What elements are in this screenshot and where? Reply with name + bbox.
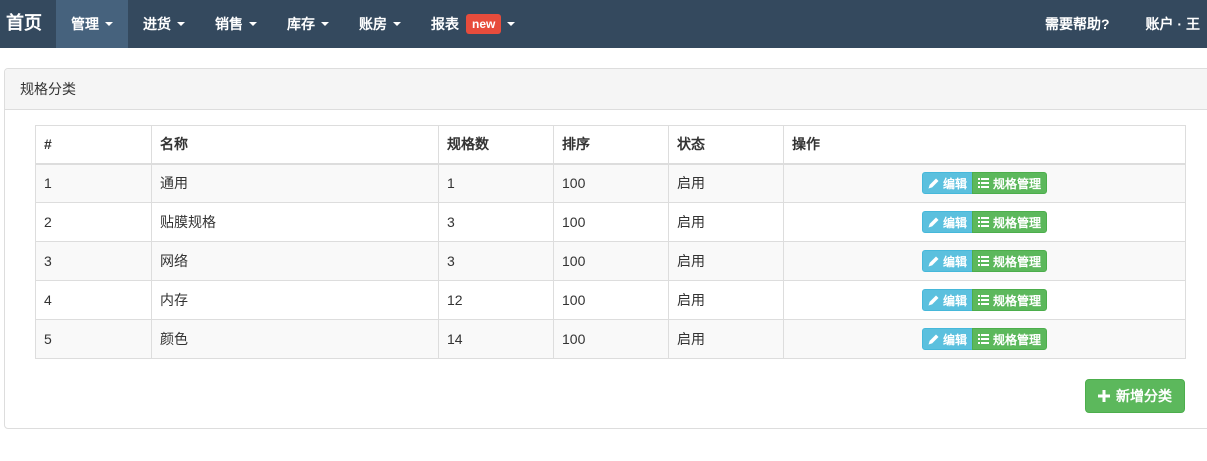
nav-sales[interactable]: 销售 xyxy=(200,0,272,48)
cell-order: 100 xyxy=(553,202,669,242)
brand-home-link[interactable]: 首页 xyxy=(0,0,56,48)
cell-name: 颜色 xyxy=(151,319,439,359)
nav-account[interactable]: 账户 · 王 xyxy=(1128,0,1207,48)
header-status: 状态 xyxy=(668,125,784,165)
edit-button[interactable]: 编辑 xyxy=(921,328,973,350)
nav-inventory[interactable]: 库存 xyxy=(272,0,344,48)
nav-purchase[interactable]: 进货 xyxy=(128,0,200,48)
header-actions: 操作 xyxy=(783,125,1186,165)
spec-manage-button[interactable]: 规格管理 xyxy=(972,289,1048,311)
cell-actions: 编辑 规格管理 xyxy=(783,241,1186,281)
add-category-button[interactable]: 新增分类 xyxy=(1085,379,1185,413)
top-navbar: 首页 管理 进货 销售 库存 账房 报表 new 需要帮助? 账户 · 王 xyxy=(0,0,1207,48)
header-order: 排序 xyxy=(553,125,669,165)
cell-order: 100 xyxy=(553,163,669,203)
pencil-icon xyxy=(928,178,939,189)
row-action-group: 编辑 规格管理 xyxy=(921,211,1048,233)
pencil-icon xyxy=(928,334,939,345)
panel-title: 规格分类 xyxy=(5,69,1207,110)
spec-category-table: # 名称 规格数 排序 状态 操作 1 通用 1 100 启用 编辑 规格管理 … xyxy=(35,125,1186,359)
spec-manage-button[interactable]: 规格管理 xyxy=(972,172,1048,195)
pencil-icon xyxy=(928,217,939,228)
main-nav: 管理 进货 销售 库存 账房 报表 new xyxy=(56,0,530,48)
cell-name: 网络 xyxy=(151,241,439,281)
cell-status: 启用 xyxy=(668,202,784,242)
table-row: 3 网络 3 100 启用 编辑 规格管理 xyxy=(35,241,1186,281)
cell-status: 启用 xyxy=(668,241,784,281)
cell-order: 100 xyxy=(553,280,669,320)
row-action-group: 编辑 规格管理 xyxy=(921,328,1048,350)
spec-manage-button[interactable]: 规格管理 xyxy=(972,250,1048,272)
cell-status: 启用 xyxy=(668,319,784,359)
list-icon xyxy=(978,334,989,344)
cell-actions: 编辑 规格管理 xyxy=(783,202,1186,242)
spec-manage-button[interactable]: 规格管理 xyxy=(972,328,1048,350)
plus-icon xyxy=(1098,390,1110,402)
cell-id: 3 xyxy=(35,241,152,281)
cell-count: 3 xyxy=(438,241,554,281)
edit-button[interactable]: 编辑 xyxy=(921,172,973,195)
table-header-row: # 名称 规格数 排序 状态 操作 xyxy=(35,125,1186,165)
edit-button[interactable]: 编辑 xyxy=(921,211,973,233)
cell-name: 通用 xyxy=(151,163,439,203)
row-action-group: 编辑 规格管理 xyxy=(921,172,1048,195)
new-badge: new xyxy=(466,14,502,34)
cell-count: 3 xyxy=(438,202,554,242)
edit-button[interactable]: 编辑 xyxy=(921,289,973,311)
table-row: 1 通用 1 100 启用 编辑 规格管理 xyxy=(35,163,1186,203)
spec-manage-button[interactable]: 规格管理 xyxy=(972,211,1048,233)
list-icon xyxy=(978,256,989,266)
nav-reports[interactable]: 报表 new xyxy=(416,0,530,48)
cell-status: 启用 xyxy=(668,280,784,320)
cell-id: 5 xyxy=(35,319,152,359)
cell-order: 100 xyxy=(553,319,669,359)
table-row: 4 内存 12 100 启用 编辑 规格管理 xyxy=(35,280,1186,320)
list-icon xyxy=(978,178,989,189)
header-id: # xyxy=(35,125,152,165)
cell-status: 启用 xyxy=(668,163,784,203)
nav-accounts[interactable]: 账房 xyxy=(344,0,416,48)
spec-category-panel: 规格分类 # 名称 规格数 排序 状态 操作 1 通用 1 100 启用 编辑 … xyxy=(4,68,1207,429)
edit-button[interactable]: 编辑 xyxy=(921,250,973,272)
cell-count: 12 xyxy=(438,280,554,320)
cell-order: 100 xyxy=(553,241,669,281)
chevron-down-icon xyxy=(321,22,329,26)
list-icon xyxy=(978,295,989,305)
cell-id: 1 xyxy=(35,163,152,203)
chevron-down-icon xyxy=(507,22,516,26)
table-row: 5 颜色 14 100 启用 编辑 规格管理 xyxy=(35,319,1186,359)
nav-manage[interactable]: 管理 xyxy=(56,0,128,48)
row-action-group: 编辑 规格管理 xyxy=(921,250,1048,272)
cell-id: 2 xyxy=(35,202,152,242)
list-icon xyxy=(978,217,989,227)
cell-count: 1 xyxy=(438,163,554,203)
cell-count: 14 xyxy=(438,319,554,359)
cell-name: 贴膜规格 xyxy=(151,202,439,242)
table-row: 2 贴膜规格 3 100 启用 编辑 规格管理 xyxy=(35,202,1186,242)
cell-actions: 编辑 规格管理 xyxy=(783,280,1186,320)
nav-help[interactable]: 需要帮助? xyxy=(1027,0,1128,48)
pencil-icon xyxy=(928,295,939,306)
chevron-down-icon xyxy=(249,22,257,26)
row-action-group: 编辑 规格管理 xyxy=(921,289,1048,311)
header-name: 名称 xyxy=(151,125,439,165)
cell-id: 4 xyxy=(35,280,152,320)
chevron-down-icon xyxy=(393,22,401,26)
cell-name: 内存 xyxy=(151,280,439,320)
header-count: 规格数 xyxy=(438,125,554,165)
chevron-down-icon xyxy=(177,22,185,26)
pencil-icon xyxy=(928,256,939,267)
chevron-down-icon xyxy=(105,22,113,26)
nav-right: 需要帮助? 账户 · 王 xyxy=(1027,0,1207,48)
cell-actions: 编辑 规格管理 xyxy=(783,319,1186,359)
cell-actions: 编辑 规格管理 xyxy=(783,163,1186,203)
